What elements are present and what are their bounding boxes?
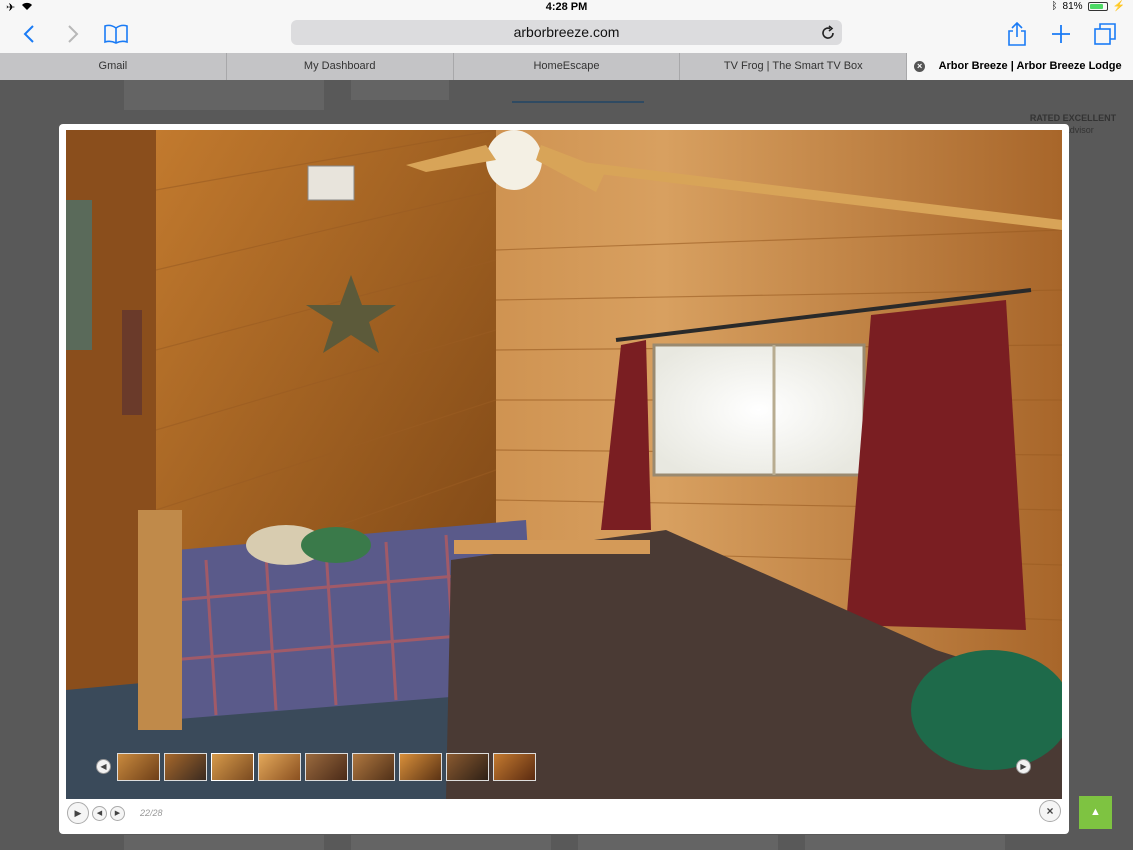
- badge-title: RATED EXCELLENT: [1029, 113, 1117, 123]
- scroll-to-top-button[interactable]: ▲: [1079, 796, 1112, 829]
- tab-homeescape[interactable]: HomeEscape: [454, 53, 681, 80]
- battery-icon: [1087, 2, 1108, 11]
- tab-bar: Gmail My Dashboard HomeEscape TV Frog | …: [0, 53, 1133, 80]
- bluetooth-icon: ᛒ: [1051, 1, 1058, 12]
- thumbs-prev-icon[interactable]: ◀: [96, 759, 111, 774]
- play-icon[interactable]: ▶: [67, 802, 89, 824]
- bg-nav-underline: [512, 101, 644, 103]
- bedroom-photo: [66, 130, 1062, 799]
- bg-block: [124, 80, 324, 110]
- photo-lightbox: ◀ ▶ ▶ ◀ ▶ 22/28 ×: [59, 124, 1069, 834]
- tab-label: TV Frog | The Smart TV Box: [723, 60, 863, 72]
- thumbnail[interactable]: [258, 753, 301, 781]
- thumbnail[interactable]: [446, 753, 489, 781]
- status-bar: ✈ 4:28 PM ᛒ 81% ⚡: [0, 0, 1133, 16]
- thumbnail[interactable]: [493, 753, 536, 781]
- tab-my-dashboard[interactable]: My Dashboard: [227, 53, 454, 80]
- thumbnail[interactable]: [305, 753, 348, 781]
- bg-block: [351, 80, 449, 100]
- charging-icon: ⚡: [1112, 1, 1125, 12]
- plus-icon[interactable]: [1046, 19, 1076, 49]
- url-bar[interactable]: arborbreeze.com: [291, 20, 842, 45]
- thumbnail-active[interactable]: [211, 753, 254, 781]
- thumbnail[interactable]: [399, 753, 442, 781]
- chevron-up-icon: ▲: [1090, 806, 1101, 818]
- thumbnail[interactable]: [352, 753, 395, 781]
- browser-toolbar: arborbreeze.com: [0, 16, 1133, 53]
- book-icon[interactable]: [101, 19, 131, 49]
- prev-photo-icon[interactable]: ◀: [92, 805, 107, 821]
- tab-gmail[interactable]: Gmail: [0, 53, 227, 80]
- slideshow-controls: ▶ ◀ ▶ 22/28: [67, 802, 163, 824]
- thumbs-next-icon[interactable]: ▶: [1016, 759, 1031, 774]
- tabs-icon[interactable]: [1090, 19, 1120, 49]
- share-icon[interactable]: [1002, 19, 1032, 49]
- tab-arbor-breeze[interactable]: × Arbor Breeze | Arbor Breeze Lodge: [907, 53, 1133, 80]
- chevron-right-icon[interactable]: [58, 19, 88, 49]
- bg-block: [124, 835, 324, 850]
- reload-icon[interactable]: [820, 24, 836, 40]
- tab-label: Gmail: [98, 60, 128, 72]
- battery-percent: 81%: [1062, 1, 1083, 12]
- next-photo-icon[interactable]: ▶: [110, 805, 125, 821]
- tab-label: My Dashboard: [303, 60, 376, 72]
- gallery-photo[interactable]: ◀ ▶: [66, 130, 1062, 799]
- tab-label: HomeEscape: [533, 60, 600, 72]
- thumbnail-strip: [117, 753, 536, 781]
- status-time: 4:28 PM: [545, 1, 588, 13]
- bg-block: [805, 835, 1005, 850]
- chevron-left-icon[interactable]: [14, 19, 44, 49]
- bg-block: [351, 835, 551, 850]
- photo-counter: 22/28: [140, 808, 163, 818]
- thumbnail[interactable]: [164, 753, 207, 781]
- tab-label: Arbor Breeze | Arbor Breeze Lodge: [938, 60, 1122, 72]
- url-text: arborbreeze.com: [513, 24, 620, 40]
- bg-block: [578, 835, 778, 850]
- close-lightbox-icon[interactable]: ×: [1039, 800, 1061, 822]
- thumbnail[interactable]: [117, 753, 160, 781]
- tab-tv-frog[interactable]: TV Frog | The Smart TV Box: [680, 53, 908, 80]
